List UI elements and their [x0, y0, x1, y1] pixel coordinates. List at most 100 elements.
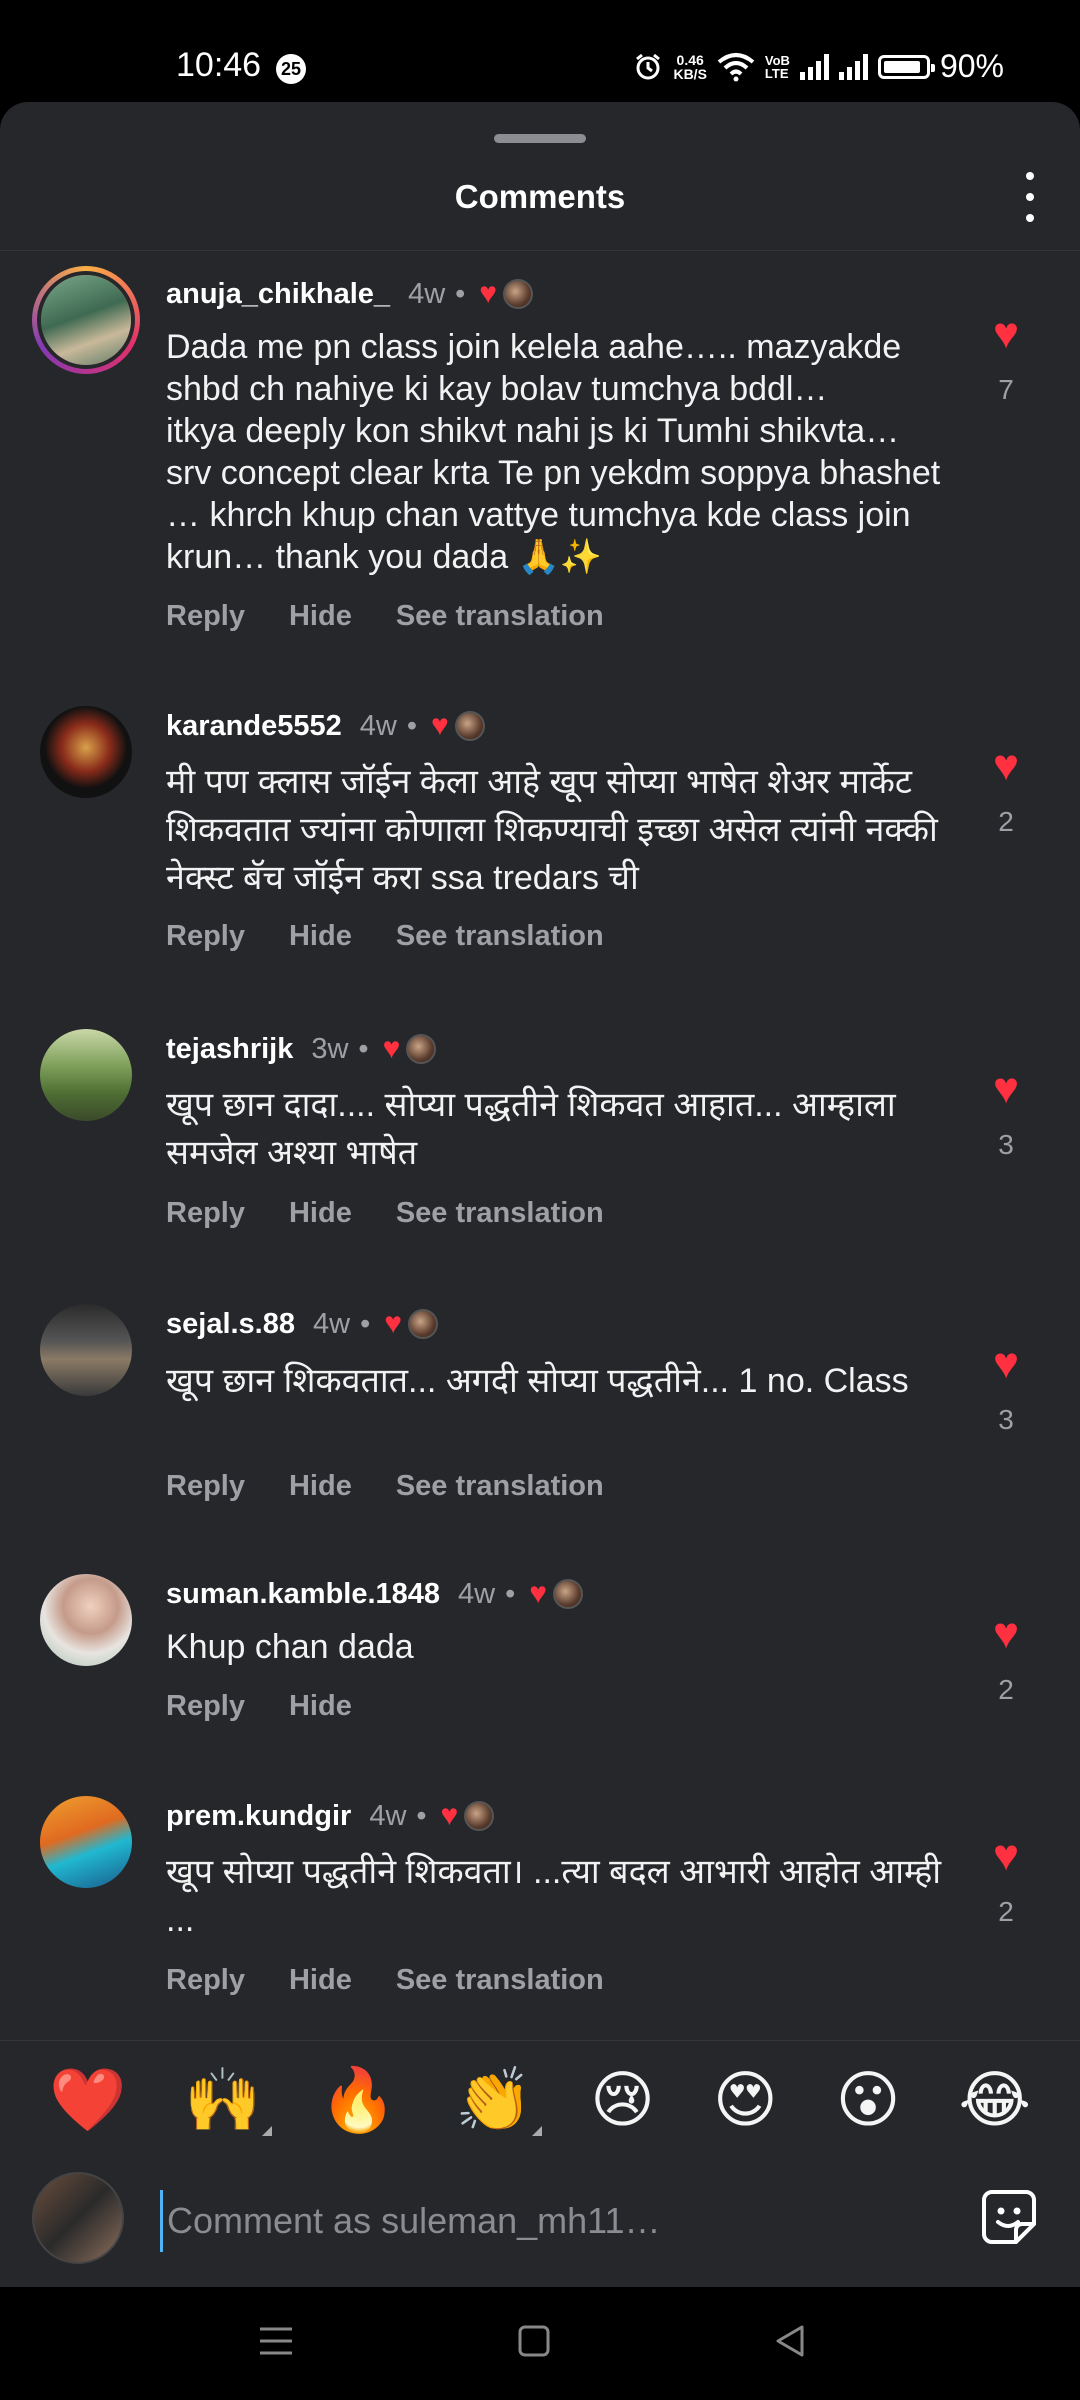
separator-dot: •	[416, 1799, 427, 1832]
see-translation-button[interactable]: See translation	[396, 1964, 604, 1997]
like-control[interactable]: ♥ 7	[984, 312, 1028, 406]
hide-button[interactable]: Hide	[289, 920, 352, 953]
emoji-heart[interactable]: ❤️	[49, 2069, 126, 2132]
comment-header: prem.kundgir 4w • ♥	[166, 1796, 495, 1836]
creator-mini-avatar	[503, 279, 534, 309]
emoji-surprised[interactable]: 😮	[836, 2069, 901, 2132]
creator-mini-avatar	[408, 1309, 439, 1339]
comment-time: 4w	[359, 709, 397, 742]
like-count: 3	[998, 1404, 1014, 1435]
comment-username[interactable]: suman.kamble.1848	[166, 1578, 440, 1611]
reply-button[interactable]: Reply	[166, 1470, 245, 1503]
like-count: 7	[998, 374, 1014, 405]
menu-icon[interactable]	[258, 2321, 294, 2361]
avatar[interactable]	[40, 1796, 132, 1888]
comment-username[interactable]: sejal.s.88	[166, 1308, 295, 1341]
avatar[interactable]	[40, 1574, 132, 1666]
avatar[interactable]	[40, 706, 132, 798]
avatar[interactable]	[40, 1304, 132, 1396]
emoji-laughing[interactable]: 😂	[958, 2069, 1030, 2132]
separator-dot: •	[406, 709, 417, 742]
heart-icon[interactable]: ♥	[993, 744, 1019, 788]
drag-handle[interactable]	[494, 134, 586, 143]
comment-username[interactable]: karande5552	[166, 710, 342, 743]
separator-dot: •	[505, 1577, 516, 1610]
comment-actions: Reply Hide	[166, 1690, 352, 1723]
comment-text: खूप छान शिकवतात... अगदी सोप्या पद्धतीने.…	[166, 1362, 909, 1400]
creator-mini-avatar	[454, 711, 485, 741]
hide-button[interactable]: Hide	[289, 1470, 352, 1503]
emoji-heart-eyes[interactable]: 😍	[713, 2069, 778, 2132]
heart-icon[interactable]: ♥	[993, 312, 1019, 356]
more-vertical-icon[interactable]	[1020, 172, 1040, 222]
emoji-clap[interactable]: 👏	[455, 2069, 543, 2136]
creator-mini-avatar	[464, 1801, 495, 1831]
emoji-raised-hands[interactable]: 🙌	[184, 2069, 272, 2136]
sticker-icon[interactable]	[978, 2186, 1040, 2248]
see-translation-button[interactable]: See translation	[396, 1197, 604, 1230]
signal-bars-2-icon	[838, 53, 868, 80]
network-speed-unit: KB/S	[673, 65, 707, 82]
avatar[interactable]	[40, 1029, 132, 1121]
network-speed: 0.46 KB/S	[673, 53, 706, 81]
comment-time: 4w	[458, 1577, 496, 1610]
comment-header: anuja_chikhale_ 4w • ♥	[166, 274, 534, 314]
separator-dot: •	[455, 277, 466, 310]
hide-button[interactable]: Hide	[289, 1690, 352, 1723]
hide-button[interactable]: Hide	[289, 1964, 352, 1997]
comment-text: Dada me pn class join kelela aahe….. maz…	[166, 328, 941, 576]
square-home-icon[interactable]	[516, 2321, 552, 2361]
header-divider	[0, 250, 1080, 251]
comment-time: 4w	[408, 277, 446, 310]
like-control[interactable]: ♥ 2	[984, 744, 1028, 838]
see-translation-button[interactable]: See translation	[396, 920, 604, 953]
hide-button[interactable]: Hide	[289, 600, 352, 633]
creator-liked-heart-icon: ♥	[384, 1307, 403, 1340]
comment-time: 3w	[311, 1032, 349, 1065]
like-control[interactable]: ♥ 2	[984, 1612, 1028, 1706]
creator-liked-heart-icon: ♥	[382, 1032, 401, 1065]
comment-actions: Reply Hide See translation	[166, 600, 604, 633]
status-time: 10:46	[176, 46, 262, 84]
back-triangle-icon[interactable]	[772, 2321, 808, 2361]
comment-username[interactable]: tejashrijk	[166, 1033, 293, 1066]
comment-header: tejashrijk 3w • ♥	[166, 1029, 437, 1069]
volte-indicator: VoB LTE	[765, 54, 790, 80]
volte-top: VoB	[764, 52, 790, 68]
reply-button[interactable]: Reply	[166, 1690, 245, 1723]
like-count: 2	[998, 1674, 1014, 1705]
hide-button[interactable]: Hide	[289, 1197, 352, 1230]
reply-button[interactable]: Reply	[166, 920, 245, 953]
status-bar: 10:46 25 0.46 KB/S VoB LTE 90%	[0, 0, 1080, 100]
creator-liked-heart-icon: ♥	[529, 1577, 548, 1610]
battery-icon	[877, 54, 935, 79]
like-control[interactable]: ♥ 2	[984, 1834, 1028, 1928]
heart-icon[interactable]: ♥	[993, 1612, 1019, 1656]
reply-button[interactable]: Reply	[166, 600, 245, 633]
volte-bottom: LTE	[764, 65, 789, 81]
avatar[interactable]	[32, 266, 140, 374]
sheet-title: Comments	[454, 178, 626, 215]
comment-text: खूप छान दादा.... सोप्या पद्धतीने शिकवत आ…	[166, 1086, 896, 1172]
heart-icon[interactable]: ♥	[993, 1342, 1019, 1386]
see-translation-button[interactable]: See translation	[396, 1470, 604, 1503]
comment-username[interactable]: prem.kundgir	[166, 1800, 351, 1833]
like-control[interactable]: ♥ 3	[984, 1342, 1028, 1436]
emoji-fire[interactable]: 🔥	[320, 2069, 397, 2132]
creator-mini-avatar	[553, 1579, 584, 1609]
heart-icon[interactable]: ♥	[993, 1834, 1019, 1878]
comment-username[interactable]: anuja_chikhale_	[166, 278, 390, 311]
comment-input[interactable]	[160, 2190, 949, 2252]
creator-liked-heart-icon: ♥	[430, 709, 449, 742]
see-translation-button[interactable]: See translation	[396, 600, 604, 633]
comment-header: sejal.s.88 4w • ♥	[166, 1304, 439, 1344]
emoji-crying[interactable]: 😢	[590, 2069, 655, 2132]
creator-liked-heart-icon: ♥	[479, 277, 498, 310]
battery-percent: 90%	[939, 48, 1004, 84]
heart-icon[interactable]: ♥	[993, 1067, 1019, 1111]
like-count: 2	[998, 806, 1014, 837]
reply-button[interactable]: Reply	[166, 1197, 245, 1230]
reply-button[interactable]: Reply	[166, 1964, 245, 1997]
emoji-reaction-bar: ❤️ 🙌 🔥 👏 😢 😍 😮 😂	[0, 2040, 1080, 2160]
like-control[interactable]: ♥ 3	[984, 1067, 1028, 1161]
